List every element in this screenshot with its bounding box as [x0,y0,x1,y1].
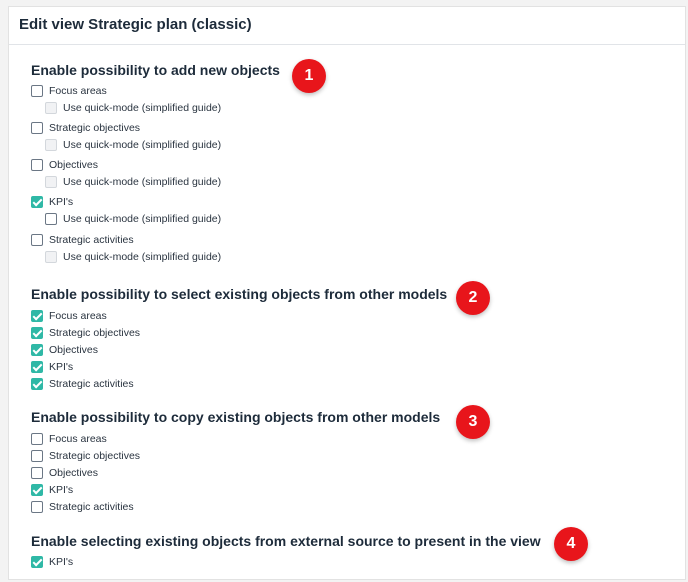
add-objectives-row[interactable]: Objectives [31,157,98,173]
select-focus-areas-checkbox[interactable] [31,310,43,322]
add-focus-areas-quick-mode-row: Use quick-mode (simplified guide) [45,100,221,116]
add-strategic-objectives-label: Strategic objectives [49,122,141,134]
add-kpis-quick-mode-row[interactable]: Use quick-mode (simplified guide) [45,211,221,227]
add-strategic-activities-label: Strategic activities [49,234,134,246]
select-kpis-row[interactable]: KPI's [31,359,73,375]
add-objectives-quick-mode-row: Use quick-mode (simplified guide) [45,174,221,190]
add-strategic-activities-row[interactable]: Strategic activities [31,232,134,248]
add-focus-areas-quick-mode-label: Use quick-mode (simplified guide) [63,102,222,114]
step-badge-2: 2 [456,281,490,315]
add-strategic-objectives-row[interactable]: Strategic objectives [31,120,140,136]
add-strategic-objectives-quick-mode-label: Use quick-mode (simplified guide) [63,139,222,151]
step-badge-3: 3 [456,405,490,439]
copy-kpis-checkbox[interactable] [31,484,43,496]
section-title-copy-existing: Enable possibility to copy existing obje… [31,409,441,425]
external-kpis-row[interactable]: KPI's [31,554,73,570]
copy-strategic-activities-checkbox[interactable] [31,501,43,513]
add-focus-areas-quick-mode-checkbox [45,102,57,114]
select-strategic-activities-checkbox[interactable] [31,378,43,390]
select-objectives-checkbox[interactable] [31,344,43,356]
add-objectives-label: Objectives [49,159,99,171]
select-kpis-label: KPI's [49,361,74,373]
copy-objectives-label: Objectives [49,467,99,479]
external-kpis-checkbox[interactable] [31,556,43,568]
select-strategic-objectives-checkbox[interactable] [31,327,43,339]
add-kpis-row[interactable]: KPI's [31,194,73,210]
add-objectives-checkbox[interactable] [31,159,43,171]
add-strategic-objectives-quick-mode-row: Use quick-mode (simplified guide) [45,137,221,153]
add-kpis-label: KPI's [49,196,74,208]
add-kpis-quick-mode-label: Use quick-mode (simplified guide) [63,213,222,225]
section-title-select-existing: Enable possibility to select existing ob… [31,286,448,302]
select-focus-areas-row[interactable]: Focus areas [31,308,107,324]
copy-focus-areas-row[interactable]: Focus areas [31,431,107,447]
copy-objectives-checkbox[interactable] [31,467,43,479]
copy-strategic-objectives-checkbox[interactable] [31,450,43,462]
copy-strategic-activities-row[interactable]: Strategic activities [31,499,134,515]
add-strategic-objectives-quick-mode-checkbox [45,139,57,151]
add-focus-areas-label: Focus areas [49,85,107,97]
copy-strategic-objectives-row[interactable]: Strategic objectives [31,448,140,464]
select-kpis-checkbox[interactable] [31,361,43,373]
select-strategic-activities-row[interactable]: Strategic activities [31,376,134,392]
external-kpis-label: KPI's [49,556,74,568]
select-objectives-row[interactable]: Objectives [31,342,98,358]
add-strategic-activities-quick-mode-label: Use quick-mode (simplified guide) [63,251,222,263]
select-focus-areas-label: Focus areas [49,310,107,322]
copy-strategic-objectives-label: Strategic objectives [49,450,141,462]
select-strategic-objectives-label: Strategic objectives [49,327,141,339]
add-strategic-objectives-checkbox[interactable] [31,122,43,134]
add-kpis-checkbox[interactable] [31,196,43,208]
step-badge-4: 4 [554,527,588,561]
add-strategic-activities-quick-mode-checkbox [45,251,57,263]
section-title-add-new: Enable possibility to add new objects [31,62,280,78]
add-focus-areas-checkbox[interactable] [31,85,43,97]
copy-focus-areas-label: Focus areas [49,433,107,445]
copy-objectives-row[interactable]: Objectives [31,465,98,481]
add-kpis-quick-mode-checkbox[interactable] [45,213,57,225]
panel-header: Edit view Strategic plan (classic) [9,7,685,45]
section-title-external-source: Enable selecting existing objects from e… [31,533,541,549]
copy-strategic-activities-label: Strategic activities [49,501,134,513]
select-strategic-objectives-row[interactable]: Strategic objectives [31,325,140,341]
add-objectives-quick-mode-checkbox [45,176,57,188]
copy-kpis-label: KPI's [49,484,74,496]
add-strategic-activities-checkbox[interactable] [31,234,43,246]
edit-view-panel: Edit view Strategic plan (classic) Enabl… [8,6,686,580]
copy-kpis-row[interactable]: KPI's [31,482,73,498]
select-objectives-label: Objectives [49,344,99,356]
step-badge-1: 1 [292,59,326,93]
copy-focus-areas-checkbox[interactable] [31,433,43,445]
add-objectives-quick-mode-label: Use quick-mode (simplified guide) [63,176,222,188]
select-strategic-activities-label: Strategic activities [49,378,134,390]
add-focus-areas-row[interactable]: Focus areas [31,83,107,99]
panel-title: Edit view Strategic plan (classic) [19,16,252,33]
add-strategic-activities-quick-mode-row: Use quick-mode (simplified guide) [45,249,221,265]
